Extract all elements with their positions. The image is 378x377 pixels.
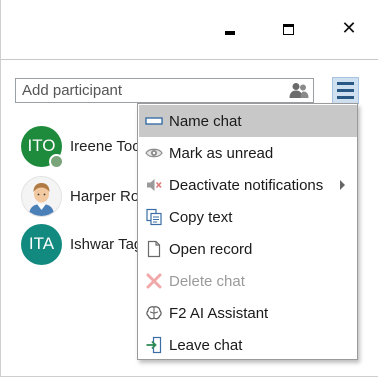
people-icon[interactable]: [289, 82, 309, 99]
avatar: ITO: [21, 125, 64, 169]
chat-menu-button[interactable]: [332, 77, 359, 104]
minimize-button[interactable]: [213, 14, 247, 44]
menu-item-leave-chat[interactable]: Leave chat: [139, 329, 357, 361]
menu-item-delete-chat: Delete chat: [139, 265, 357, 297]
user-photo-avatar-icon: [22, 176, 61, 216]
exit-icon: [145, 336, 163, 354]
brain-icon: [145, 304, 163, 322]
menu-item-open-record[interactable]: Open record: [139, 233, 357, 265]
participant-item[interactable]: Harper Ro: [21, 175, 139, 217]
participant-item[interactable]: ITO Ireene Too: [21, 125, 141, 169]
menu-item-label: Delete chat: [169, 272, 245, 290]
delete-x-icon: [145, 272, 163, 290]
close-icon: ✕: [341, 18, 357, 39]
maximize-icon: [282, 23, 294, 35]
menu-item-label: Open record: [169, 240, 253, 258]
rename-icon: [145, 112, 163, 130]
document-icon: [145, 240, 163, 258]
menu-item-f2-ai-assistant[interactable]: F2 AI Assistant: [139, 297, 357, 329]
menu-item-label: F2 AI Assistant: [169, 304, 269, 322]
submenu-arrow-icon: [340, 180, 345, 190]
maximize-button[interactable]: [271, 14, 305, 44]
hamburger-menu-icon: [337, 82, 354, 85]
menu-item-label: Mark as unread: [169, 144, 274, 162]
eye-icon: [145, 144, 163, 162]
menu-item-label: Leave chat: [169, 336, 243, 354]
menu-item-label: Name chat: [169, 112, 242, 130]
participant-name: Harper Ro: [70, 187, 140, 205]
menu-item-copy-text[interactable]: Copy text: [139, 201, 357, 233]
add-participant-input[interactable]: [16, 79, 286, 102]
menu-item-mark-as-unread[interactable]: Mark as unread: [139, 137, 357, 169]
copy-icon: [145, 208, 163, 226]
minimize-icon: [225, 31, 235, 35]
chat-context-menu: Name chat Mark as unread Deactivate noti…: [137, 103, 358, 360]
participant-name: Ishwar Tag: [70, 235, 143, 253]
menu-item-label: Copy text: [169, 208, 233, 226]
participant-name: Ireene Too: [70, 137, 141, 155]
avatar-initials: ITO: [27, 136, 56, 155]
close-button[interactable]: ✕: [332, 14, 366, 44]
avatar-initials: ITA: [28, 234, 55, 253]
chat-window: ✕ ITO Ireene Too: [0, 0, 378, 377]
avatar: [21, 175, 62, 217]
status-indicator: [49, 153, 64, 169]
add-participant-field[interactable]: [15, 78, 314, 103]
menu-item-label: Deactivate notifications: [169, 176, 324, 194]
mute-speaker-icon: [145, 176, 163, 194]
menu-item-name-chat[interactable]: Name chat: [139, 105, 357, 137]
avatar: ITA: [21, 223, 62, 265]
participant-item[interactable]: ITA Ishwar Tag: [21, 223, 142, 265]
title-bar: ✕: [1, 0, 378, 60]
menu-item-deactivate-notifications[interactable]: Deactivate notifications: [139, 169, 357, 201]
